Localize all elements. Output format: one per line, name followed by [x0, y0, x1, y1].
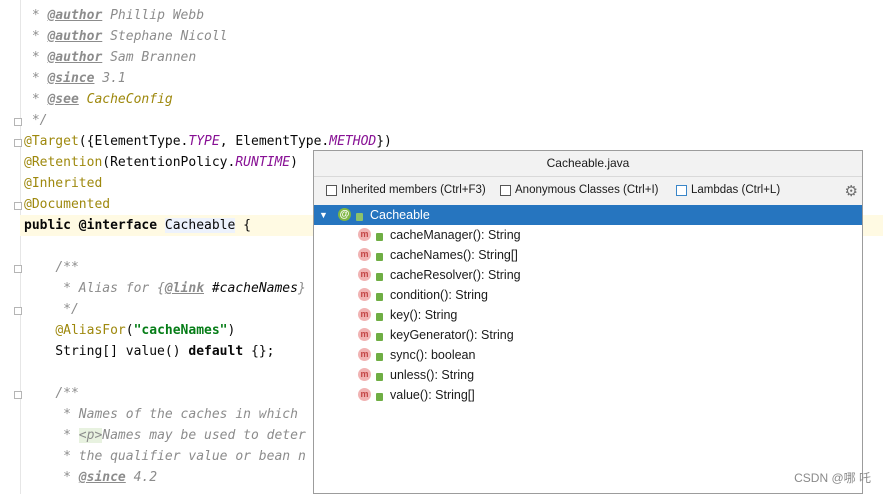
fold-marker[interactable]	[14, 307, 22, 315]
code-line: /**	[55, 260, 79, 275]
lock-icon	[356, 213, 363, 221]
lock-icon	[376, 313, 383, 321]
tree-member[interactable]: m condition(): String	[314, 285, 862, 305]
inherited-members-checkbox[interactable]	[326, 184, 337, 196]
code-line: * <p>Names may be used to deter	[24, 428, 306, 443]
code-line: * the qualifier value or bean n	[55, 449, 306, 464]
lambdas-checkbox[interactable]	[676, 184, 687, 196]
code-line: * @author Phillip Webb	[24, 8, 205, 23]
code-line: */	[24, 113, 48, 128]
method-icon: m	[358, 328, 371, 341]
tree-root-label: Cacheable	[370, 208, 430, 222]
method-icon: m	[358, 248, 371, 261]
code-line: * @since 4.2	[24, 470, 158, 485]
tree-member[interactable]: m cacheNames(): String[]	[314, 245, 862, 265]
tree-member[interactable]: m unless(): String	[314, 365, 862, 385]
tree-member[interactable]: m sync(): boolean	[314, 345, 862, 365]
fold-marker[interactable]	[14, 265, 22, 273]
tree-member[interactable]: m cacheResolver(): String	[314, 265, 862, 285]
method-icon: m	[358, 228, 371, 241]
watermark: CSDN @哪 吒	[794, 471, 871, 485]
lock-icon	[376, 273, 383, 281]
chevron-down-icon[interactable]: ▼	[319, 205, 328, 225]
option-label: Inherited members (Ctrl+F3)	[341, 184, 486, 196]
popup-options-bar: Inherited members (Ctrl+F3) Anonymous Cl…	[314, 177, 862, 205]
member-label: value(): String[]	[390, 388, 475, 402]
method-icon: m	[358, 368, 371, 381]
lambdas-option[interactable]: Lambdas (Ctrl+L)	[676, 184, 780, 196]
fold-marker[interactable]	[14, 391, 22, 399]
anonymous-classes-checkbox[interactable]	[500, 184, 511, 196]
editor-gutter	[0, 0, 21, 494]
lock-icon	[376, 293, 383, 301]
option-label: Anonymous Classes (Ctrl+I)	[515, 184, 659, 196]
tree-member[interactable]: m key(): String	[314, 305, 862, 325]
method-icon: m	[358, 388, 371, 401]
inherited-members-option[interactable]: Inherited members (Ctrl+F3)	[326, 184, 486, 196]
anonymous-classes-option[interactable]: Anonymous Classes (Ctrl+I)	[500, 184, 658, 196]
annotation-icon: @	[338, 208, 351, 221]
fold-marker[interactable]	[14, 118, 22, 126]
lock-icon	[376, 373, 383, 381]
member-label: unless(): String	[390, 368, 475, 382]
code-line-documented: @Documented	[24, 197, 111, 212]
code-line: * @author Stephane Nicoll	[24, 29, 228, 44]
member-label: cacheNames(): String[]	[390, 248, 518, 262]
tree-member[interactable]: m value(): String[]	[314, 385, 862, 405]
code-line-aliasfor: @AliasFor("cacheNames")	[55, 323, 236, 338]
lock-icon	[376, 253, 383, 261]
code-line: * @since 3.1	[24, 71, 126, 86]
member-label: cacheResolver(): String	[390, 268, 521, 282]
method-icon: m	[358, 268, 371, 281]
member-label: key(): String	[390, 308, 458, 322]
option-label: Lambdas (Ctrl+L)	[691, 184, 781, 196]
fold-marker[interactable]	[14, 139, 22, 147]
code-line-target: @Target({ElementType.TYPE, ElementType.M…	[24, 134, 392, 149]
member-label: keyGenerator(): String	[390, 328, 514, 342]
code-line: * @see CacheConfig	[24, 92, 173, 107]
lock-icon	[376, 233, 383, 241]
code-line-value: String[] value() default {};	[24, 344, 275, 359]
tree-root-cacheable[interactable]: ▼ @ Cacheable	[314, 205, 862, 225]
code-line-retention: @Retention(RetentionPolicy.RUNTIME)	[24, 155, 298, 170]
lock-icon	[376, 393, 383, 401]
code-line: */	[55, 302, 79, 317]
structure-tree[interactable]: ▼ @ Cacheable m cacheManager(): String m c…	[314, 205, 862, 405]
popup-title: Cacheable.java	[314, 151, 862, 177]
member-label: cacheManager(): String	[390, 228, 521, 242]
method-icon: m	[358, 288, 371, 301]
gear-icon[interactable]: ⚙	[845, 182, 858, 200]
member-label: sync(): boolean	[390, 348, 476, 362]
lock-icon	[376, 333, 383, 341]
lock-icon	[376, 353, 383, 361]
tree-member[interactable]: m cacheManager(): String	[314, 225, 862, 245]
method-icon: m	[358, 308, 371, 321]
code-line: * Alias for {@link #cacheNames}	[24, 281, 306, 296]
code-line: * Names of the caches in which	[55, 407, 298, 422]
fold-marker[interactable]	[14, 202, 22, 210]
file-structure-popup[interactable]: Cacheable.java Inherited members (Ctrl+F…	[313, 150, 863, 494]
tree-member[interactable]: m keyGenerator(): String	[314, 325, 862, 345]
method-icon: m	[358, 348, 371, 361]
member-label: condition(): String	[390, 288, 488, 302]
code-line: * @author Sam Brannen	[24, 50, 197, 65]
code-line: /**	[55, 386, 79, 401]
code-line-inherited: @Inherited	[24, 176, 103, 191]
code-line-declaration: public @interface Cacheable {	[24, 218, 252, 233]
